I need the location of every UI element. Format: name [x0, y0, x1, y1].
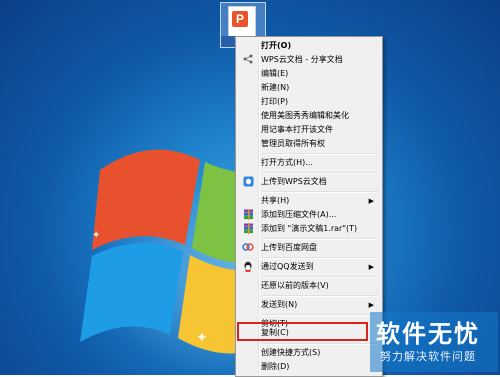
menu-item-label: 上传到百度网盘 [261, 243, 317, 252]
menu-item-label: 添加到压缩文件(A)... [261, 210, 337, 219]
menu-item-meitu-edit[interactable]: 使用美图秀秀编辑和美化 [238, 109, 380, 123]
submenu-arrow-icon: ▶ [368, 301, 374, 309]
menu-separator [262, 343, 378, 345]
menu-item-create-shortcut[interactable]: 创建快捷方式(S) [238, 346, 380, 360]
menu-item-open-with[interactable]: 打开方式(H)... [238, 156, 380, 170]
sparkle-icon: ✦ [92, 230, 101, 241]
share-icon [242, 54, 254, 66]
menu-item-baidu-upload[interactable]: 上传到百度网盘 [238, 241, 380, 255]
menu-item-label: 使用美图秀秀编辑和美化 [261, 111, 349, 120]
menu-separator [262, 238, 378, 240]
wps-cloud-icon [242, 176, 254, 188]
baidu-netdisk-icon [242, 242, 254, 254]
winrar-icon [242, 223, 254, 235]
copy-highlight-box [237, 322, 368, 341]
submenu-arrow-icon: ▶ [368, 263, 374, 271]
menu-item-label: 打开方式(H)... [261, 158, 313, 167]
menu-item-label: 新建(N) [261, 83, 290, 92]
watermark: 软件无忧 努力解决软件问题 [370, 312, 498, 372]
menu-separator [262, 191, 378, 193]
submenu-arrow-icon: ▶ [368, 197, 374, 205]
menu-separator [262, 172, 378, 174]
presentation-badge: P [232, 11, 248, 27]
menu-item-label: 用记事本打开该文件 [261, 125, 333, 134]
menu-item-open[interactable]: 打开(O) [238, 39, 380, 53]
menu-item-new[interactable]: 新建(N) [238, 81, 380, 95]
menu-separator [262, 295, 378, 297]
wps-presentation-icon: P [228, 6, 256, 38]
menu-separator [262, 153, 378, 155]
menu-item-label: 删除(D) [261, 362, 290, 371]
watermark-title: 软件无忧 [376, 320, 480, 348]
menu-item-label: 打开(O) [261, 41, 292, 50]
menu-item-print[interactable]: 打印(P) [238, 95, 380, 109]
menu-separator [262, 257, 378, 259]
menu-item-wps-share[interactable]: WPS云文档 - 分享文档 [238, 53, 380, 67]
menu-separator [262, 276, 378, 278]
menu-item-upload-wps-cloud[interactable]: 上传到WPS云文档 [238, 175, 380, 189]
menu-item-restore-versions[interactable]: 还原以前的版本(V) [238, 279, 380, 293]
menu-item-delete[interactable]: 删除(D) [238, 360, 380, 374]
menu-item-add-rar[interactable]: 添加到 "演示文稿1.rar"(T) [238, 222, 380, 236]
menu-item-label: 上传到WPS云文档 [261, 177, 327, 186]
menu-item-label: 发送到(N) [261, 300, 298, 309]
menu-item-add-archive[interactable]: 添加到压缩文件(A)... [238, 208, 380, 222]
menu-item-label: 创建快捷方式(S) [261, 348, 321, 357]
menu-item-label: 共享(H) [261, 196, 290, 205]
menu-item-send-to[interactable]: 发送到(N) ▶ [238, 298, 380, 312]
menu-item-label: 编辑(E) [261, 69, 289, 78]
watermark-subtitle: 努力解决软件问题 [380, 350, 476, 363]
menu-item-take-ownership[interactable]: 管理员取得所有权 [238, 137, 380, 151]
winrar-icon [242, 209, 254, 221]
menu-item-label: 添加到 "演示文稿1.rar"(T) [261, 224, 358, 233]
sparkle-icon: ✦ [196, 330, 208, 346]
menu-item-share[interactable]: 共享(H) ▶ [238, 194, 380, 208]
menu-item-label: 通过QQ发送到 [261, 262, 314, 271]
menu-item-edit[interactable]: 编辑(E) [238, 67, 380, 81]
menu-item-label: 还原以前的版本(V) [261, 281, 329, 290]
qq-icon [242, 261, 254, 273]
menu-item-open-notepad[interactable]: 用记事本打开该文件 [238, 123, 380, 137]
menu-item-label: 打印(P) [261, 97, 289, 106]
menu-item-label: 管理员取得所有权 [261, 139, 325, 148]
menu-separator [262, 314, 378, 316]
menu-item-send-qq[interactable]: 通过QQ发送到 ▶ [238, 260, 380, 274]
menu-item-label: WPS云文档 - 分享文档 [261, 55, 343, 64]
